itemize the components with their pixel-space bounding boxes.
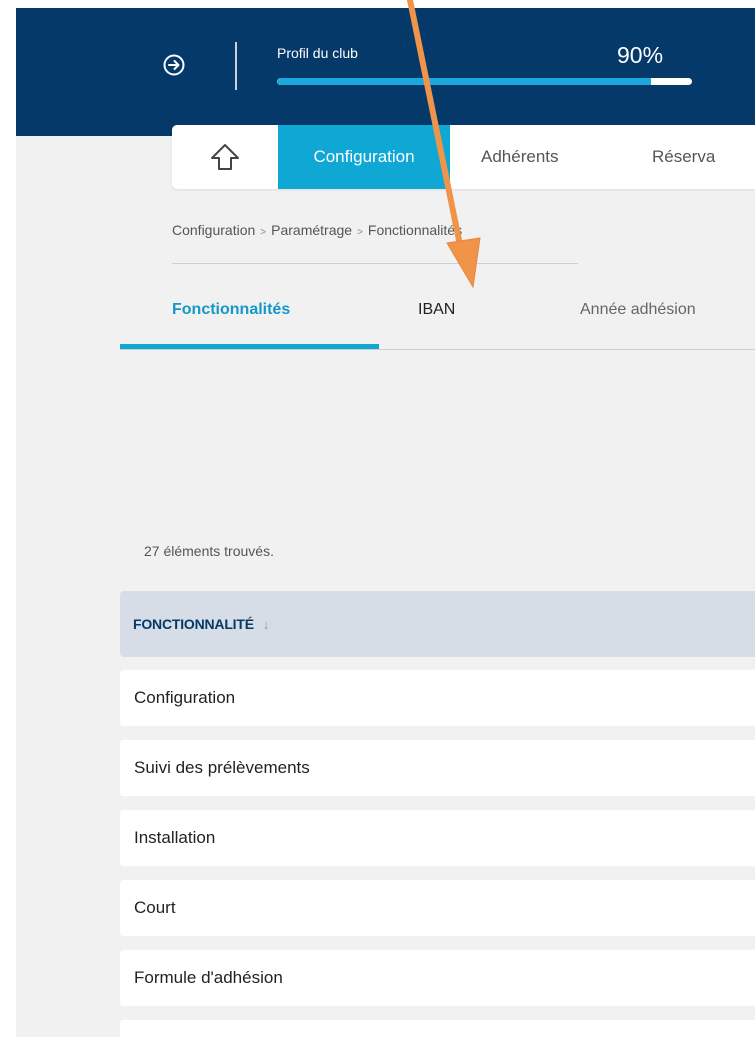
- profile-progress-bar: [277, 78, 692, 85]
- profile-progress-fill: [277, 78, 651, 85]
- subtab-annee-adhesion[interactable]: Année adhésion: [580, 301, 696, 319]
- table-row[interactable]: Formule d'adhésion: [120, 950, 755, 1006]
- breadcrumb-separator-icon: >: [357, 227, 363, 238]
- subtab-iban[interactable]: IBAN: [418, 301, 455, 319]
- table-row[interactable]: Suivi des prélèvements: [120, 740, 755, 796]
- breadcrumb-divider: [172, 263, 578, 264]
- breadcrumb-separator-icon: >: [260, 227, 267, 238]
- table-header-fonctionnalite[interactable]: FONCTIONNALITÉ ↓: [120, 591, 755, 657]
- table-row[interactable]: Installation: [120, 810, 755, 866]
- table-row-partial[interactable]: [120, 1020, 755, 1037]
- profile-label: Profil du club: [277, 45, 358, 61]
- results-count: 27 éléments trouvés.: [144, 543, 274, 559]
- table-row[interactable]: Court: [120, 880, 755, 936]
- logout-icon[interactable]: [163, 54, 185, 76]
- sort-down-icon[interactable]: ↓: [263, 617, 270, 632]
- nav-tab-configuration[interactable]: Configuration: [278, 125, 450, 189]
- breadcrumb-item-parametrage[interactable]: Paramétrage: [271, 222, 352, 238]
- table-body: Configuration Suivi des prélèvements Ins…: [120, 670, 755, 1037]
- column-header-label: FONCTIONNALITÉ: [133, 616, 254, 632]
- table-row[interactable]: Configuration: [120, 670, 755, 726]
- topbar-divider: [235, 42, 237, 90]
- profile-percent: 90%: [617, 42, 664, 68]
- breadcrumb-item-configuration[interactable]: Configuration: [172, 222, 255, 238]
- nav-tab-adherents[interactable]: Adhérents: [481, 125, 559, 189]
- app-frame: Profil du club 90% Configuration Adhéren…: [16, 8, 755, 1037]
- subtab-fonctionnalites[interactable]: Fonctionnalités: [172, 301, 290, 319]
- sub-tabs: Fonctionnalités IBAN Année adhésion: [120, 293, 755, 353]
- home-icon: [211, 144, 239, 170]
- breadcrumb: Configuration > Paramétrage > Fonctionnalité…: [172, 222, 462, 238]
- subtabs-divider: [120, 349, 755, 350]
- top-bar: Profil du club 90%: [16, 8, 755, 136]
- main-nav: Configuration Adhérents Réserva: [172, 125, 755, 189]
- nav-home-button[interactable]: [172, 125, 278, 189]
- nav-tab-reservations[interactable]: Réserva: [652, 125, 715, 189]
- breadcrumb-item-fonctionnalites: Fonctionnalités: [367, 222, 463, 238]
